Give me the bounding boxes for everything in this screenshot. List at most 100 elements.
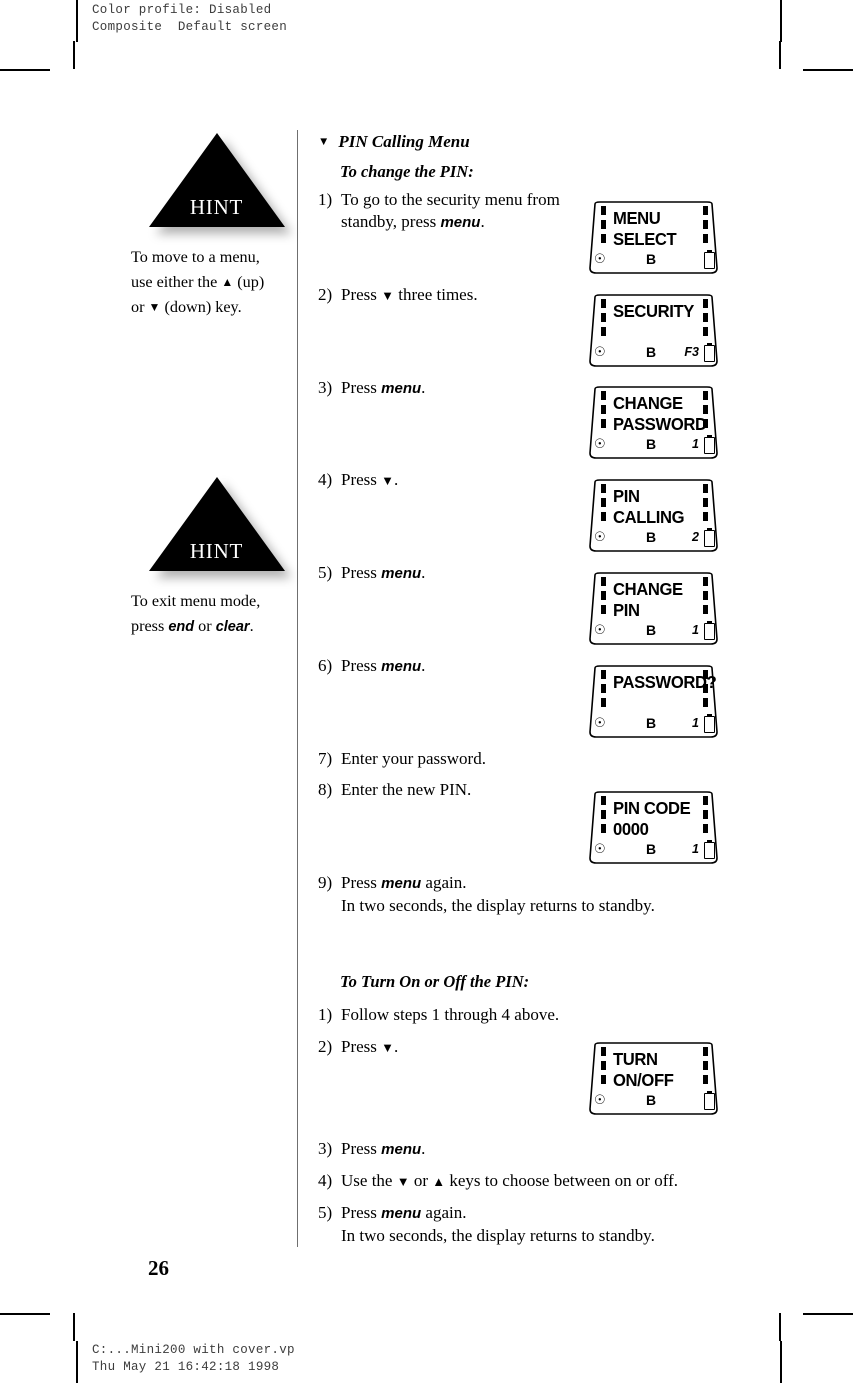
hint-triangle-graphic: HINT <box>148 477 292 578</box>
step-text: Press <box>341 1139 382 1158</box>
lcd-text-line-1: MENU <box>613 208 661 228</box>
step-text: Press <box>341 285 382 304</box>
signal-icon: ☉ <box>594 841 606 856</box>
lcd-text-line-1: PASSWORD? <box>613 672 717 692</box>
step-text: Press <box>341 1037 382 1056</box>
step-text: Press <box>341 470 382 489</box>
step-number: 4) <box>318 1171 333 1190</box>
manual-page: HINT To move to a menu, use either the ▲… <box>0 0 853 1386</box>
lcd-screen-password-prompt: PASSWORD? ☉ B 1 <box>586 664 721 740</box>
lcd-screen-turn-on-off: TURN ON/OFF ☉ B <box>586 1041 721 1117</box>
page-title: ▼ PIN Calling Menu <box>318 132 738 152</box>
key-name-menu: menu <box>381 875 422 892</box>
battery-icon <box>704 342 715 362</box>
step-text: Press <box>341 1203 382 1222</box>
step-number: 2) <box>318 1037 333 1056</box>
step-continuation: In two seconds, the display returns to s… <box>341 896 655 915</box>
down-arrow-icon: ▼ <box>396 1174 410 1189</box>
lcd-text-line-2: PIN <box>613 600 640 620</box>
step-text-end: . <box>421 656 426 675</box>
lcd-left-segment-bars <box>601 1047 606 1089</box>
lcd-screen-security: SECURITY ☉ B F3 <box>586 293 721 369</box>
lcd-indicator-b: B <box>646 436 657 452</box>
lcd-text-line-2: CALLING <box>613 507 685 527</box>
battery-icon <box>704 1090 715 1110</box>
signal-icon: ☉ <box>594 715 606 730</box>
step-number: 8) <box>318 780 333 799</box>
step-number: 3) <box>318 378 333 397</box>
lcd-screen-change-password: CHANGE PASSWORD ☉ B 1 <box>586 385 721 461</box>
lcd-left-segment-bars <box>601 670 606 712</box>
lcd-right-segment-bars <box>703 484 708 526</box>
page-number: 26 <box>148 1256 169 1280</box>
key-name-menu: menu <box>381 380 422 397</box>
step-9: 9) Press menu again. In two seconds, the … <box>318 872 711 917</box>
subsection-title-turn-on-off: To Turn On or Off the PIN: <box>340 972 530 991</box>
up-arrow-icon: ▲ <box>432 1174 446 1189</box>
down-arrow-icon: ▼ <box>381 1040 395 1055</box>
lcd-text-line-2: 0000 <box>613 819 649 839</box>
lcd-menu-index: F3 <box>684 345 699 359</box>
hint-line-3-suffix: (down) key. <box>160 298 242 316</box>
lcd-left-segment-bars <box>601 484 606 526</box>
lcd-menu-index: 1 <box>692 842 699 856</box>
turn-step-4: 4) Use the ▼ or ▲ keys to choose between … <box>318 1170 761 1193</box>
key-name-menu: menu <box>381 1141 422 1158</box>
lcd-text-line-2: SELECT <box>613 229 677 249</box>
lcd-screen-pin-calling: PIN CALLING ☉ B 2 <box>586 478 721 554</box>
signal-icon: ☉ <box>594 1092 606 1107</box>
step-number: 1) <box>318 1005 333 1024</box>
step-text-end: . <box>394 470 399 489</box>
step-text-end: again. <box>421 873 467 892</box>
signal-icon: ☉ <box>594 622 606 637</box>
step-number: 2) <box>318 285 333 304</box>
down-arrow-icon: ▼ <box>381 473 395 488</box>
lcd-indicator-b: B <box>646 715 657 731</box>
key-name-menu: menu <box>381 565 422 582</box>
battery-icon <box>704 527 715 547</box>
signal-icon: ☉ <box>594 436 606 451</box>
lcd-indicator-b: B <box>646 251 657 267</box>
step-text: Enter your password. <box>341 749 486 768</box>
step-text-end: . <box>480 212 485 231</box>
step-number: 5) <box>318 1203 333 1222</box>
step-7: 7) Enter your password. <box>318 748 641 770</box>
step-number: 9) <box>318 873 333 892</box>
turn-step-3: 3) Press menu. <box>318 1138 641 1161</box>
lcd-right-segment-bars <box>703 299 708 341</box>
step-text-end: . <box>421 563 426 582</box>
battery-icon <box>704 839 715 859</box>
lcd-indicator-b: B <box>646 529 657 545</box>
key-name-menu: menu <box>440 214 481 231</box>
instructions-column: ▼ PIN Calling Menu To change the PIN: 1) T… <box>318 132 738 1245</box>
lcd-left-segment-bars <box>601 206 606 248</box>
key-name-end: end <box>168 619 195 635</box>
turn-step-5: 5) Press menu again. In two seconds, the … <box>318 1202 721 1247</box>
step-text-end: . <box>421 378 426 397</box>
down-arrow-icon: ▼ <box>148 300 161 314</box>
step-text: Press <box>341 563 382 582</box>
subsection-title-change-pin: To change the PIN: <box>340 162 474 181</box>
lcd-menu-index: 1 <box>692 716 699 730</box>
lcd-indicator-b: B <box>646 344 657 360</box>
lcd-text-line-1: PIN <box>613 486 640 506</box>
battery-icon <box>704 620 715 640</box>
lcd-right-segment-bars <box>703 577 708 619</box>
hint-line-2-prefix: use either the <box>131 273 222 291</box>
up-arrow-icon: ▲ <box>221 275 234 289</box>
step-text-end: three times. <box>394 285 478 304</box>
hint-block-navigation: HINT To move to a menu, use either the ▲… <box>131 133 306 320</box>
hint-line-3: or ▼ (down) key. <box>131 295 306 320</box>
hint-line-2: press end or clear. <box>131 614 306 640</box>
step-number: 3) <box>318 1139 333 1158</box>
lcd-status-bar: ☉ B 1 <box>586 434 721 458</box>
lcd-screen-menu-select: MENU SELECT ☉ B <box>586 200 721 276</box>
lcd-status-bar: ☉ B 1 <box>586 620 721 644</box>
step-text-conjunction: or <box>409 1171 433 1190</box>
down-triangle-bullet-icon: ▼ <box>318 136 330 148</box>
lcd-left-segment-bars <box>601 299 606 341</box>
step-text-end: . <box>421 1139 426 1158</box>
lcd-status-bar: ☉ B 1 <box>586 713 721 737</box>
step-number: 6) <box>318 656 333 675</box>
turn-step-1: 1) Follow steps 1 through 4 above. <box>318 1004 681 1026</box>
